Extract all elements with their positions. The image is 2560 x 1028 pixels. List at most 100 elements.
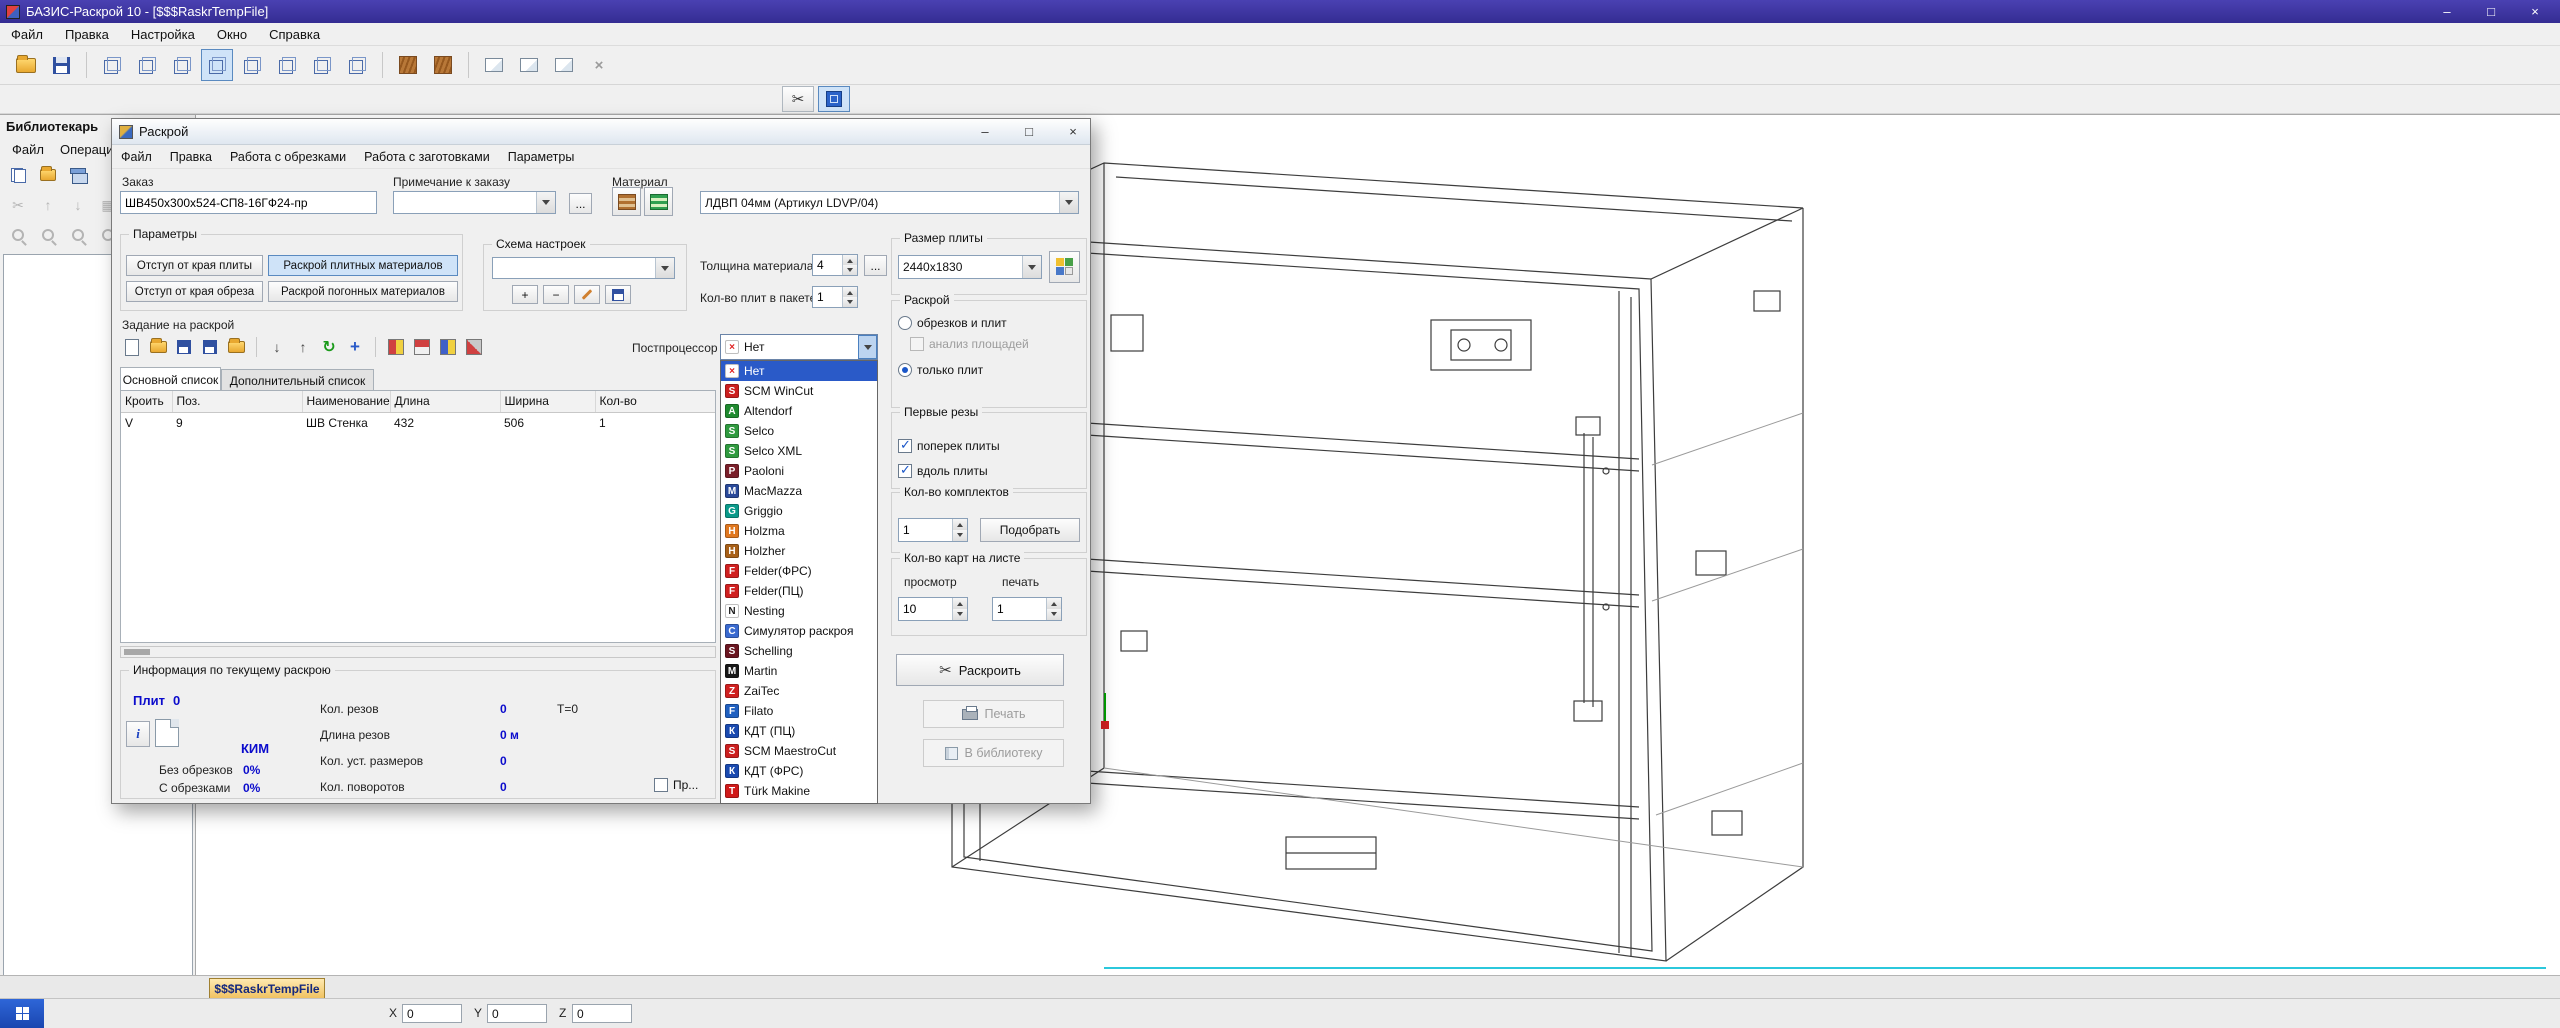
menu-edit[interactable]: Правка: [54, 23, 120, 45]
checkbox-checked-icon[interactable]: [898, 464, 912, 478]
pr-checkbox-row[interactable]: Пр...: [654, 778, 698, 792]
postprocessor-option[interactable]: ZZaiTec: [721, 681, 877, 701]
to-library-button[interactable]: В библиотеку: [923, 739, 1064, 767]
delete-view-button[interactable]: ×: [583, 49, 615, 81]
chevron-down-icon[interactable]: [536, 192, 555, 213]
add-position-button[interactable]: +: [343, 335, 367, 359]
close-button[interactable]: ×: [2514, 1, 2556, 22]
spinner-down-icon[interactable]: [843, 297, 857, 307]
menu-settings[interactable]: Настройка: [120, 23, 206, 45]
chevron-down-icon[interactable]: [1022, 256, 1041, 278]
windows-start-button[interactable]: [0, 999, 44, 1028]
material-combo[interactable]: ЛДВП 04мм (Артикул LDVP/04): [700, 191, 1079, 214]
sort-up-button[interactable]: ↑: [291, 335, 315, 359]
spinner-up-icon[interactable]: [953, 519, 967, 530]
fit-sets-button[interactable]: Подобрать: [980, 518, 1080, 542]
parts-table[interactable]: Кроить Поз. Наименование Длина Ширина Ко…: [120, 390, 716, 643]
open-library-button[interactable]: [35, 163, 61, 187]
dialog-menu-edit[interactable]: Правка: [161, 145, 221, 168]
postprocessor-option[interactable]: PPaoloni: [721, 461, 877, 481]
view-top-button[interactable]: [236, 49, 268, 81]
panel-mode-2-button[interactable]: [513, 49, 545, 81]
refresh-task-button[interactable]: ↻: [317, 335, 341, 359]
postprocessor-option[interactable]: FFelder(ПЦ): [721, 581, 877, 601]
checkbox-checked-icon[interactable]: [898, 439, 912, 453]
calc-variant-4-button[interactable]: [462, 335, 486, 359]
copy-button[interactable]: [5, 163, 31, 187]
postprocessor-option[interactable]: GGriggio: [721, 501, 877, 521]
view-front-button[interactable]: [96, 49, 128, 81]
tab-additional-list[interactable]: Дополнительный список: [221, 369, 374, 391]
texture-view-2-button[interactable]: [427, 49, 459, 81]
column-header-length[interactable]: Длина: [390, 391, 500, 412]
checkbox-across-plate[interactable]: поперек плиты: [898, 439, 1000, 453]
postprocessor-option[interactable]: HHolzher: [721, 541, 877, 561]
radio-offcuts-and-plates[interactable]: обрезков и плит: [898, 316, 1007, 330]
column-header-pos[interactable]: Поз.: [172, 391, 302, 412]
spinner-up-icon[interactable]: [843, 287, 857, 297]
texture-view-button[interactable]: [392, 49, 424, 81]
zoom-fit-button[interactable]: [65, 223, 91, 247]
run-cutting-button[interactable]: ✂ Раскроить: [896, 654, 1064, 686]
postprocessor-option[interactable]: MMartin: [721, 661, 877, 681]
chevron-down-icon[interactable]: [858, 335, 877, 359]
spinner-up-icon[interactable]: [953, 598, 967, 609]
spinner-down-icon[interactable]: [953, 609, 967, 620]
zoom-in-button[interactable]: [5, 223, 31, 247]
maximize-button[interactable]: □: [2470, 1, 2512, 22]
postprocessor-combo[interactable]: × Нет: [720, 334, 878, 360]
plate-size-library-button[interactable]: [1049, 251, 1080, 283]
open-task-button[interactable]: [146, 335, 170, 359]
librarian-menu-file[interactable]: Файл: [4, 138, 52, 160]
calc-variant-1-button[interactable]: [384, 335, 408, 359]
postprocessor-option[interactable]: FFelder(ФРС): [721, 561, 877, 581]
spinner-down-icon[interactable]: [843, 265, 857, 275]
column-header-cut[interactable]: Кроить: [121, 391, 172, 412]
postprocessor-option[interactable]: SSelco XML: [721, 441, 877, 461]
spinner-down-icon[interactable]: [1047, 609, 1061, 620]
tab-main-list[interactable]: Основной список: [120, 367, 221, 391]
chevron-down-icon[interactable]: [655, 258, 674, 278]
document-tab[interactable]: $$$RaskrTempFile: [209, 978, 325, 999]
menu-window[interactable]: Окно: [206, 23, 258, 45]
postprocessor-option[interactable]: SSCM WinCut: [721, 381, 877, 401]
zoom-out-button[interactable]: [35, 223, 61, 247]
order-note-combo[interactable]: [393, 191, 556, 214]
order-input[interactable]: [120, 191, 377, 214]
pack-count-stepper[interactable]: [812, 286, 858, 308]
coord-y-value[interactable]: 0: [487, 1004, 547, 1023]
column-header-qty[interactable]: Кол-во: [595, 391, 716, 412]
open-button[interactable]: [10, 49, 42, 81]
minimize-button[interactable]: –: [2426, 1, 2468, 22]
new-task-button[interactable]: [120, 335, 144, 359]
spinner-up-icon[interactable]: [1047, 598, 1061, 609]
material-add-button[interactable]: [644, 187, 673, 216]
postprocessor-option[interactable]: MMacMazza: [721, 481, 877, 501]
dialog-menu-file[interactable]: Файл: [112, 145, 161, 168]
scheme-save-button[interactable]: [605, 285, 631, 304]
thickness-browse-button[interactable]: ...: [864, 255, 887, 276]
dialog-menu-blanks[interactable]: Работа с заготовками: [355, 145, 499, 168]
radio-icon[interactable]: [898, 316, 912, 330]
checkbox-along-plate[interactable]: вдоль плиты: [898, 464, 988, 478]
postprocessor-option[interactable]: TTürk Makine: [721, 781, 877, 801]
scheme-edit-button[interactable]: [574, 285, 600, 304]
spinner-up-icon[interactable]: [843, 255, 857, 265]
scheme-remove-button[interactable]: −: [543, 285, 569, 304]
task-library-button[interactable]: [224, 335, 248, 359]
panel-mode-3-button[interactable]: [548, 49, 580, 81]
material-board-button[interactable]: [612, 187, 641, 216]
cutting-mode-button[interactable]: [818, 86, 850, 112]
print-button[interactable]: Печать: [923, 700, 1064, 728]
postprocessor-option[interactable]: AAltendorf: [721, 401, 877, 421]
sets-count-stepper[interactable]: [898, 518, 968, 542]
column-header-name[interactable]: Наименование: [302, 391, 390, 412]
dialog-minimize-button[interactable]: –: [974, 122, 996, 141]
column-header-width[interactable]: Ширина: [500, 391, 595, 412]
cut-item-button[interactable]: ✂: [5, 193, 31, 217]
settings-scheme-combo[interactable]: [492, 257, 675, 279]
chevron-down-icon[interactable]: [1059, 192, 1078, 213]
print-cards-stepper[interactable]: [992, 597, 1062, 621]
calc-variant-2-button[interactable]: [410, 335, 434, 359]
move-down-button[interactable]: ↓: [65, 193, 91, 217]
